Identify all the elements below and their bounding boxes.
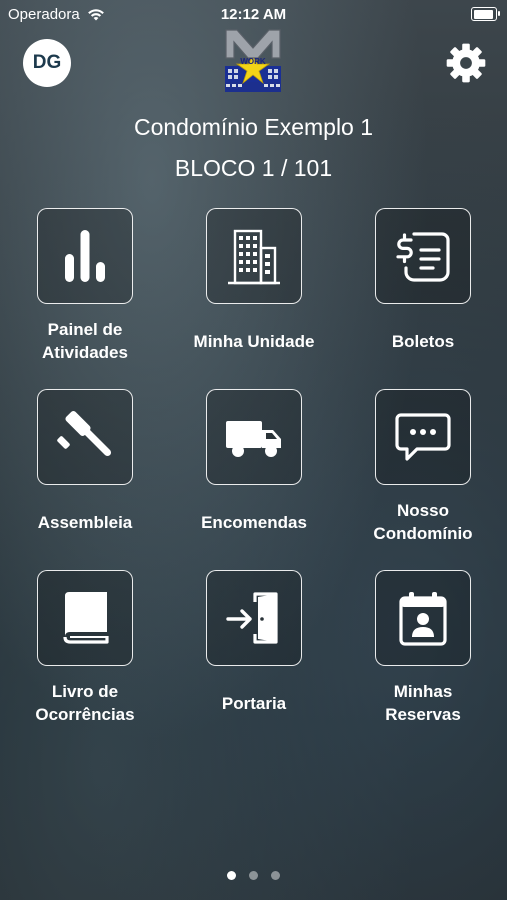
truck-icon	[226, 421, 281, 457]
bar-chart-icon	[65, 230, 105, 282]
menu-tile-minhas-reservas[interactable]	[375, 570, 471, 666]
gavel-icon	[57, 410, 112, 457]
menu-tile-portaria[interactable]	[206, 570, 302, 666]
app-logo: WORK	[225, 29, 281, 92]
page-indicator[interactable]	[0, 871, 507, 880]
menu-tile-minha-unidade[interactable]	[206, 208, 302, 304]
menu-tile-assembleia[interactable]	[37, 389, 133, 485]
avatar[interactable]: DG	[23, 39, 71, 87]
status-time: 12:12 AM	[220, 6, 287, 23]
door-enter-icon	[226, 592, 278, 644]
battery-level	[473, 9, 494, 19]
menu-tile-encomendas[interactable]	[206, 389, 302, 485]
menu-label: Painel de Atividades	[42, 320, 128, 362]
menu-label: Portaria	[221, 693, 287, 713]
logo-text: WORK	[240, 57, 266, 66]
page-dot-3[interactable]	[271, 871, 280, 880]
building-icon	[228, 229, 280, 285]
book-icon	[63, 592, 109, 644]
menu-tile-boletos[interactable]	[375, 208, 471, 304]
chat-bubble-icon	[395, 413, 451, 461]
menu-label: Minha Unidade	[193, 331, 315, 351]
page-dot-1[interactable]	[227, 871, 236, 880]
menu-label: Boletos	[391, 331, 455, 351]
menu-label: Minhas Reservas	[385, 682, 461, 724]
page-dot-2[interactable]	[249, 871, 258, 880]
menu-label: Nosso Condomínio	[373, 501, 473, 543]
calendar-user-icon	[399, 592, 447, 646]
menu-tile-nosso-condominio[interactable]	[375, 389, 471, 485]
menu-label: Livro de Ocorrências	[35, 682, 135, 724]
unit-name: BLOCO 1 / 101	[174, 155, 333, 181]
menu-label: Encomendas	[201, 512, 307, 532]
battery-icon	[471, 7, 500, 21]
menu-tile-painel-atividades[interactable]	[37, 208, 133, 304]
status-bar: Operadora 12:12 AM	[0, 0, 507, 28]
menu-tile-livro-ocorrencias[interactable]	[37, 570, 133, 666]
gear-icon[interactable]	[445, 42, 487, 84]
invoice-icon	[396, 232, 450, 282]
menu-label: Assembleia	[37, 512, 133, 532]
condo-name: Condomínio Exemplo 1	[133, 114, 374, 140]
